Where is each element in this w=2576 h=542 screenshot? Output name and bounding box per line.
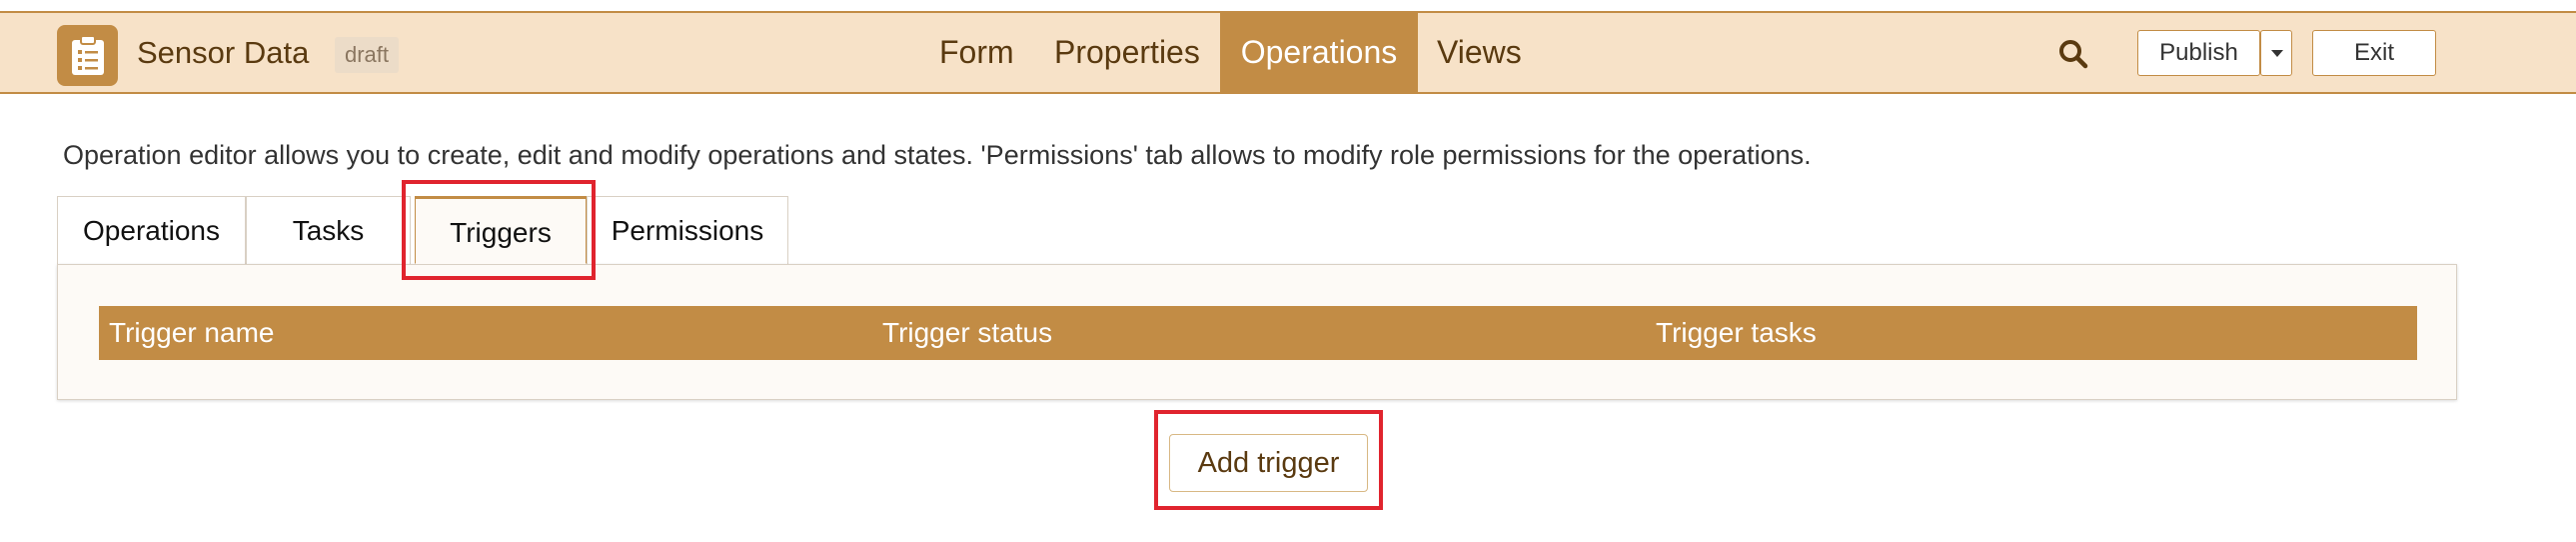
clipboard-list-icon	[57, 25, 118, 86]
publish-button[interactable]: Publish	[2137, 30, 2260, 76]
tab-triggers[interactable]: Triggers	[415, 196, 587, 264]
caret-down-icon[interactable]	[2260, 30, 2292, 76]
nav-properties[interactable]: Properties	[1054, 13, 1200, 92]
tab-permissions[interactable]: Permissions	[587, 196, 788, 264]
status-badge: draft	[335, 37, 400, 73]
column-header-trigger-tasks: Trigger tasks	[1656, 317, 1817, 348]
nav-operations[interactable]: Operations	[1220, 13, 1418, 92]
tab-tasks[interactable]: Tasks	[246, 196, 411, 264]
column-header-trigger-name: Trigger name	[109, 317, 275, 348]
nav-views[interactable]: Views	[1437, 13, 1522, 92]
table-header: Trigger name Trigger status Trigger task…	[99, 306, 2417, 360]
highlight-box-add-trigger	[1154, 410, 1383, 510]
page-description: Operation editor allows you to create, e…	[63, 140, 1812, 170]
column-header-trigger-status: Trigger status	[882, 317, 1053, 348]
tab-operations[interactable]: Operations	[57, 196, 246, 264]
app-title: Sensor Data	[137, 35, 310, 70]
top-bar: Sensor Data draft Form Properties Operat…	[0, 11, 2576, 94]
search-icon[interactable]	[2056, 37, 2090, 71]
nav-form[interactable]: Form	[939, 13, 1014, 92]
triggers-panel: Trigger name Trigger status Trigger task…	[57, 264, 2457, 400]
exit-button[interactable]: Exit	[2312, 30, 2436, 76]
